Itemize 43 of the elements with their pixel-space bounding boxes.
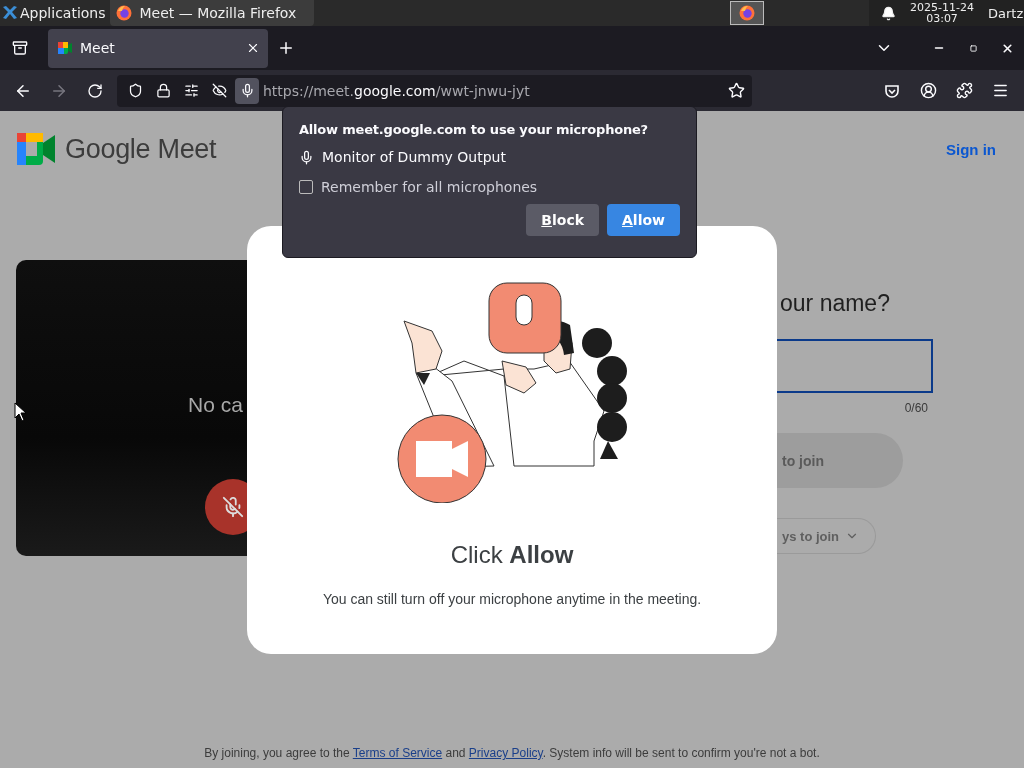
privacy-link[interactable]: Privacy Policy [468,746,543,760]
xfce-logo-icon [2,5,18,21]
clock[interactable]: 2025-11-24 03:07 [910,2,974,24]
terms-link[interactable]: Terms of Service [352,746,443,760]
menu-icon [991,82,1009,99]
url-text: https://meet.google.com/wwt-jnwu-jyt [263,82,531,99]
allow-button[interactable]: Allow [607,204,680,236]
terms-notice: By joining, you agree to the Terms of Service and Privacy Policy. System info will be sent to confirm you're not a bot. [203,746,821,760]
archive-box-icon [12,40,28,56]
reload-icon [87,82,103,99]
remember-checkbox[interactable] [299,180,313,194]
firefox-icon [115,5,132,21]
popup-title: Allow meet.google.com to use your microphone? [299,122,649,137]
bell-icon[interactable] [881,5,897,21]
launcher-button[interactable] [730,1,765,25]
preview-text: No ca [188,393,243,417]
plus-icon [277,39,295,57]
meet-logo-icon [17,133,55,165]
microphone-off-icon [222,496,244,518]
microphone-icon[interactable] [235,77,259,104]
maximize-icon [969,44,977,52]
meet-favicon-icon [58,42,72,54]
window-button[interactable]: Meet — Mozilla Firefox [109,0,315,26]
mouse-pointer-icon [14,402,27,422]
pocket-icon [884,82,900,99]
firefox-icon [739,5,756,21]
character-counter: 0/60 [903,401,928,415]
applications-menu[interactable]: Applications [0,0,110,26]
puzzle-icon [955,82,973,99]
name-heading: our name? [780,290,891,317]
remember-label: Remember for all microphones [321,179,538,195]
app-name: Google Meet [65,133,217,165]
close-tab-icon[interactable] [246,41,260,55]
address-bar[interactable]: https://meet.google.com/wwt-jnwu-jyt [117,74,752,107]
browser-tab[interactable]: Meet [48,28,268,68]
device-name: Monitor of Dummy Output [322,149,506,165]
account-icon [919,82,937,99]
close-icon [1000,41,1014,55]
block-button[interactable]: Block [526,204,599,236]
microphone-icon [299,149,314,165]
dialog-title: Click Allow [450,541,574,569]
user-name[interactable]: Dartz [988,5,1024,21]
dialog-text: You can still turn off your microphone anytime in the meeting. [322,591,702,607]
